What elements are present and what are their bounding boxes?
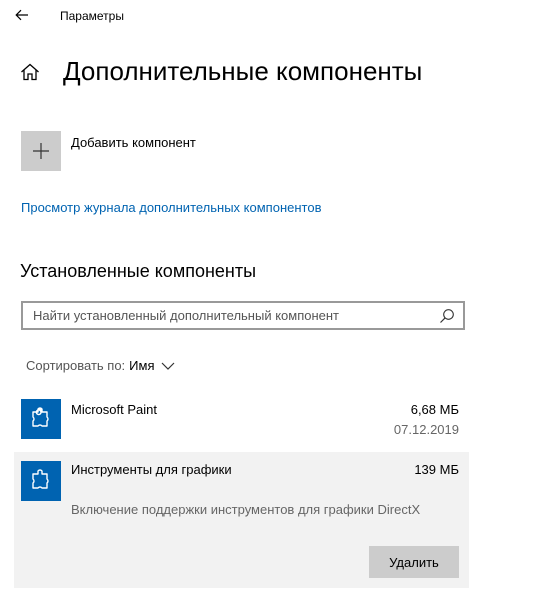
chevron-down-icon (161, 362, 174, 370)
sort-row: Сортировать по: Имя (26, 357, 175, 375)
back-button[interactable] (6, 0, 38, 30)
component-size: 139 МБ (414, 462, 459, 477)
list-item-selected[interactable]: Инструменты для графики 139 МБ Включение… (14, 452, 469, 588)
list-item[interactable]: Microsoft Paint 6,68 МБ 07.12.2019 (14, 392, 469, 446)
component-description: Включение поддержки инструментов для гра… (71, 502, 421, 517)
puzzle-icon (32, 407, 49, 427)
home-icon (21, 63, 39, 81)
sort-label: Сортировать по: (26, 358, 126, 373)
plus-icon (33, 143, 49, 159)
component-tile (21, 461, 61, 501)
arrow-left-icon (15, 9, 28, 21)
home-button[interactable] (18, 60, 42, 84)
component-tile (21, 399, 61, 439)
puzzle-icon (32, 469, 49, 489)
remove-button[interactable]: Удалить (369, 546, 459, 578)
component-date: 07.12.2019 (393, 422, 459, 437)
search-box (21, 301, 465, 330)
add-component-label[interactable]: Добавить компонент (71, 134, 196, 152)
page-title: Дополнительные компоненты (63, 56, 423, 86)
sort-dropdown[interactable]: Имя (129, 357, 174, 375)
history-link[interactable]: Просмотр журнала дополнительных компонен… (21, 199, 321, 217)
search-icon[interactable] (439, 308, 455, 324)
component-name: Инструменты для графики (71, 462, 232, 477)
component-name: Microsoft Paint (71, 402, 157, 417)
sort-value: Имя (129, 358, 155, 373)
search-input[interactable] (23, 303, 435, 328)
installed-heading: Установленные компоненты (20, 261, 257, 281)
add-component-button[interactable] (21, 131, 61, 171)
component-size: 6,68 МБ (410, 402, 459, 417)
window-title: Параметры (60, 9, 124, 23)
